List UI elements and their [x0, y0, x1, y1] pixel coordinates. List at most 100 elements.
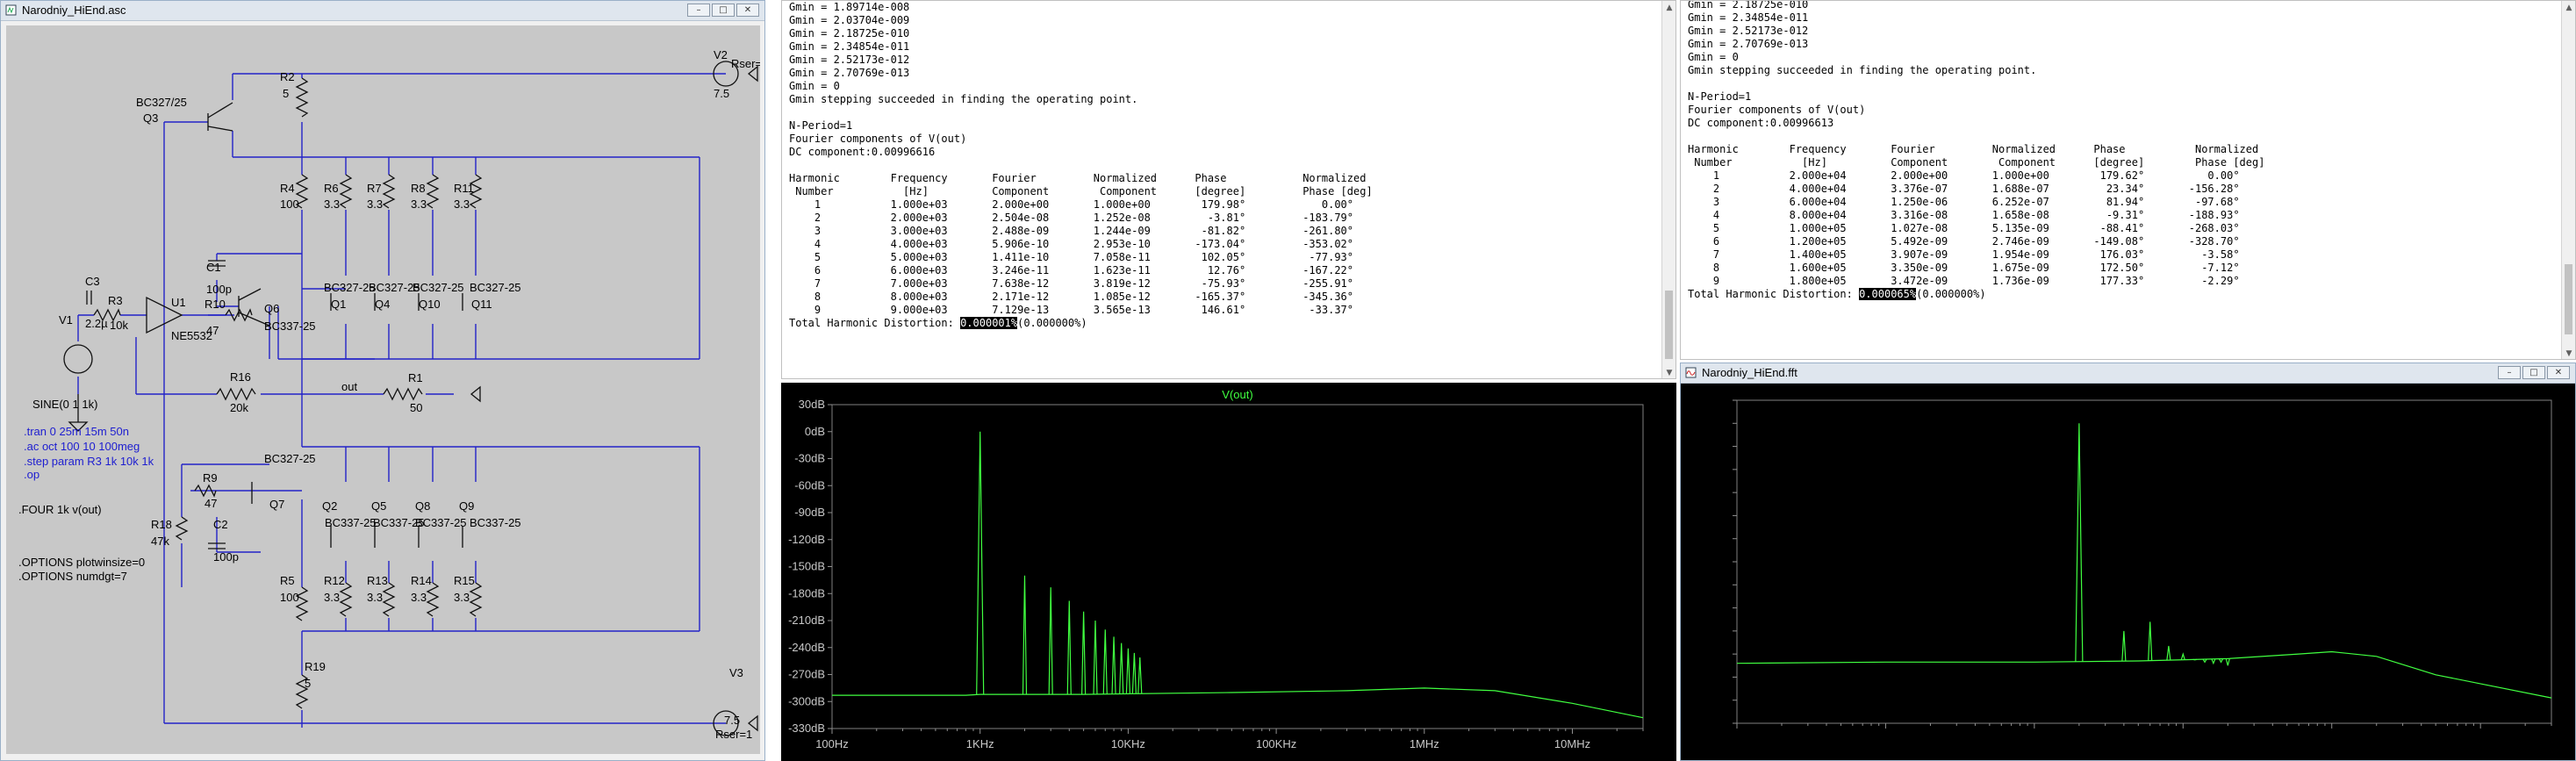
close-button[interactable]: ✕ [2547, 366, 2570, 379]
x-tick-label: 1MHz [1410, 737, 1439, 750]
r2-label: R2 [280, 70, 295, 83]
error-log-right-scrollbar[interactable]: ▲ ▼ [2561, 1, 2575, 359]
minimize-button[interactable]: – [2498, 366, 2521, 379]
harmonic-peak [2121, 630, 2127, 662]
harmonic-peak [1022, 575, 1028, 695]
harmonic-peak [1131, 652, 1137, 694]
r8-value: 3.3 [411, 197, 427, 211]
directive-ac: .ac oct 100 10 100meg [24, 440, 140, 453]
r18-label: R18 [151, 518, 172, 531]
y-tick-label: -200dB [1684, 646, 1730, 661]
scroll-up-icon[interactable]: ▲ [1662, 1, 1675, 15]
y-tick-label: -140dB [1684, 577, 1730, 592]
q2-label: Q2 [322, 499, 337, 513]
plot-right[interactable]: 20dB 0dB -20dB -40dB -60dB -80dB -100dB -120dB -… [1681, 384, 2575, 761]
harmonic-peak [2148, 621, 2153, 661]
v3-rser: Rser=1 [715, 728, 752, 741]
r3-label: R3 [108, 294, 123, 307]
y-tick-label: -330dB [788, 722, 825, 735]
x-tick-label: 10KHz [2013, 731, 2056, 746]
thd-value-right[interactable]: 0.000065% [1859, 288, 1917, 300]
plot-left[interactable]: 30dB 0dB -30dB -60dB -90dB -120dB -150dB -180dB… [781, 383, 1676, 761]
plot-title: V(out) [2125, 384, 2163, 398]
noise-floor-trace [1736, 650, 2552, 699]
harmonic-peak [976, 431, 985, 695]
y-tick-label: -240dB [1684, 693, 1730, 707]
r6-symbol [339, 174, 353, 209]
thd-value-left[interactable]: 0.000001% [960, 317, 1018, 329]
c2-label: C2 [213, 518, 228, 531]
x-tick-label: 100KHz [2158, 731, 2208, 746]
r12-value: 3.3 [324, 591, 340, 604]
q10-label: Q10 [419, 298, 441, 311]
fft-title: Narodniy_HiEnd.fft [1702, 366, 1797, 379]
plot-frame [1736, 399, 2552, 724]
error-log-left-thd: Total Harmonic Distortion: 0.000001%(0.0… [789, 317, 1658, 330]
fft-window: Narodniy_HiEnd.fft – □ ✕ 20dB 0dB -20dB -40… [1680, 363, 2576, 761]
r6-value: 3.3 [324, 197, 340, 211]
plot-left-window[interactable]: 30dB 0dB -30dB -60dB -90dB -120dB -150dB -180dB… [781, 383, 1676, 761]
r18-symbol [175, 516, 189, 541]
r9-label: R9 [203, 471, 218, 485]
q8-model: BC337-25 [415, 516, 467, 529]
y-tick-label: -270dB [788, 668, 825, 681]
noise-floor-trace [832, 687, 1644, 719]
thd-suffix-right: (0.000000%) [1916, 288, 1986, 300]
x-tick-label: 100KHz [1256, 737, 1296, 750]
harmonic-peak [1111, 636, 1116, 694]
r2-value: 5 [283, 87, 289, 100]
harmonic-peak [1137, 657, 1143, 694]
q1-label: Q1 [331, 298, 346, 311]
r7-value: 3.3 [367, 197, 383, 211]
scroll-up-icon[interactable]: ▲ [2562, 1, 2575, 15]
q6-model: BC337-25 [264, 319, 316, 333]
maximize-button[interactable]: □ [2522, 366, 2545, 379]
schematic-wires [77, 73, 726, 728]
q9-label: Q9 [459, 499, 474, 513]
x-tick-label: 1MHz [2314, 731, 2350, 746]
harmonic-peak [2180, 652, 2185, 660]
r11-label: R11 [454, 182, 474, 195]
v1-symbol [63, 344, 93, 374]
fft-titlebar[interactable]: Narodniy_HiEnd.fft – □ ✕ [1681, 363, 2575, 384]
scroll-down-icon[interactable]: ▼ [1662, 366, 1675, 378]
r2-symbol [295, 77, 309, 118]
error-log-left-text[interactable]: Gmin = 1.89714e-008 Gmin = 2.03704e-009 … [789, 1, 1658, 378]
x-tick-label: 1KHz [1869, 731, 1903, 746]
q10-model: BC327-25 [413, 281, 464, 294]
minimize-button[interactable]: – [687, 4, 710, 17]
y-tick-label: -120dB [788, 533, 825, 546]
schematic-canvas[interactable]: V2 7.5 Rser=1 R2 5 BC327/25 Q3 R4 100 R6… [6, 25, 760, 754]
r1-symbol [383, 387, 423, 401]
y-tick-label: -40dB [1692, 462, 1730, 477]
y-tick-label: 0dB [805, 425, 825, 438]
error-log-right-text[interactable]: Gmin = 2.18725e-010 Gmin = 2.34854e-011 … [1688, 1, 2552, 358]
y-tick-label: -150dB [788, 560, 825, 573]
y-tick-label: -180dB [1684, 623, 1730, 638]
scroll-down-icon[interactable]: ▼ [2562, 347, 2575, 359]
y-tick-label: -240dB [788, 641, 825, 654]
error-log-right-thd: Total Harmonic Distortion: 0.000065%(0.0… [1688, 288, 2552, 301]
schematic-titlebar[interactable]: Narodniy_HiEnd.asc – □ ✕ [1, 1, 764, 21]
scroll-thumb[interactable] [2565, 264, 2572, 334]
close-button[interactable]: ✕ [736, 4, 759, 17]
y-tick-label: -90dB [794, 506, 825, 519]
r16-symbol [216, 387, 256, 401]
r16-label: R16 [230, 370, 251, 384]
r7-label: R7 [367, 182, 382, 195]
r5-label: R5 [280, 574, 295, 587]
error-log-left-scrollbar[interactable]: ▲ ▼ [1661, 1, 1675, 378]
y-tick-label: -120dB [1684, 554, 1730, 569]
r1-label: R1 [408, 371, 423, 384]
maximize-button[interactable]: □ [712, 4, 735, 17]
r14-value: 3.3 [411, 591, 427, 604]
schematic-drawing[interactable]: V2 7.5 Rser=1 R2 5 BC327/25 Q3 R4 100 R6… [6, 25, 760, 754]
harmonic-peak [2075, 423, 2084, 662]
y-tick-label: -160dB [1684, 600, 1730, 615]
spice-directives[interactable]: .tran 0 25m 15m 50n .ac oct 100 10 100me… [18, 425, 154, 583]
v2-label: V2 [714, 48, 728, 61]
q7-label: Q7 [269, 498, 284, 511]
scroll-thumb[interactable] [1665, 291, 1673, 359]
r9-value: 47 [205, 497, 217, 510]
r1-value: 50 [410, 401, 422, 414]
